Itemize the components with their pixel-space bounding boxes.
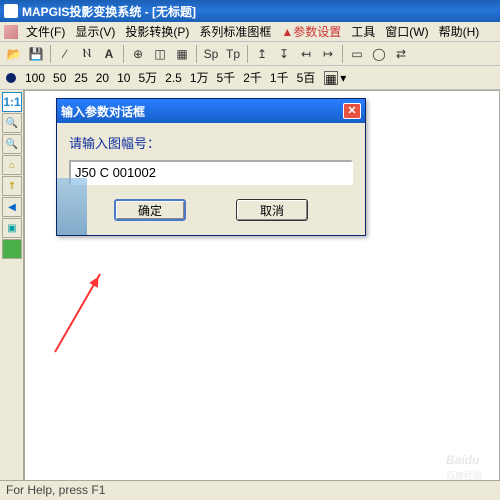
menu-file[interactable]: 文件(F) [22, 21, 69, 42]
dialog-titlebar: 输入参数对话框 ✕ [57, 99, 365, 123]
menu-projection[interactable]: 投影转换(P) [121, 21, 193, 42]
menu-display[interactable]: 显示(V) [71, 21, 119, 42]
nav-up-button[interactable]: ↥ [252, 44, 272, 64]
text-tool-button[interactable]: A [99, 44, 119, 64]
overlay-button[interactable]: ◫ [150, 44, 170, 64]
scale-2-5[interactable]: 2.5 [162, 71, 185, 85]
cancel-button[interactable]: 取消 [236, 199, 308, 221]
tp-button[interactable]: Tp [223, 44, 243, 64]
vertical-toolbar: 1:1 🔍 🔍 ⌂ ⇑ ◀ ▣ [0, 90, 24, 500]
dialog-title: 输入参数对话框 [61, 103, 145, 120]
sp-button[interactable]: Sp [201, 44, 221, 64]
nav-left-button[interactable]: ↤ [296, 44, 316, 64]
scale-20[interactable]: 20 [93, 71, 112, 85]
input-param-dialog: 输入参数对话框 ✕ 请输入图幅号： 确定 取消 [56, 98, 366, 236]
scale-2q[interactable]: 2千 [240, 69, 265, 86]
scale-dot-icon [6, 73, 16, 83]
save-button[interactable]: 💾 [26, 44, 46, 64]
app-icon [4, 4, 18, 18]
menubar: 文件(F) 显示(V) 投影转换(P) 系列标准图框 ▲参数设置 工具 窗口(W… [0, 22, 500, 42]
window-titlebar: MAPGIS投影变换系统 - [无标题] [0, 0, 500, 22]
prev-view-button[interactable]: ◀ [2, 197, 22, 217]
up-level-button[interactable]: ⇑ [2, 176, 22, 196]
menu-series[interactable]: 系列标准图框 [195, 21, 275, 42]
polyline-tool-button[interactable]: Ⲛ [77, 44, 97, 64]
swap-button[interactable]: ⇄ [391, 44, 411, 64]
statusbar: For Help, press F1 [0, 480, 500, 500]
eraser-button[interactable] [2, 239, 22, 259]
grid-icon[interactable]: ▦ [324, 71, 338, 85]
scale-100[interactable]: 100 [22, 71, 48, 85]
ok-button[interactable]: 确定 [114, 199, 186, 221]
menu-window[interactable]: 窗口(W) [381, 21, 432, 42]
scale-1to1-button[interactable]: 1:1 [2, 92, 22, 112]
watermark: Baidu 百度经验 [446, 448, 482, 482]
home-button[interactable]: ⌂ [2, 155, 22, 175]
line-tool-button[interactable]: ∕ [55, 44, 75, 64]
zoom-in-button[interactable]: 🔍 [2, 113, 22, 133]
scale-1q[interactable]: 1千 [267, 69, 292, 86]
zoom-out-button[interactable]: 🔍 [2, 134, 22, 154]
sheet-number-input[interactable] [75, 165, 347, 180]
status-text: For Help, press F1 [6, 483, 105, 497]
menu-params[interactable]: ▲参数设置 [277, 21, 345, 42]
sheet-number-field-wrap [69, 160, 353, 185]
rect-button[interactable]: ▭ [347, 44, 367, 64]
circle-button[interactable]: ◯ [369, 44, 389, 64]
toolbar-scale: 100 50 25 20 10 5万 2.5 1万 5千 2千 1千 5百 ▦ … [0, 66, 500, 90]
nav-down-button[interactable]: ↧ [274, 44, 294, 64]
annotation-arrow [54, 274, 101, 353]
window-title: MAPGIS投影变换系统 - [无标题] [22, 3, 196, 20]
menu-help[interactable]: 帮助(H) [435, 21, 484, 42]
scale-1w[interactable]: 1万 [187, 69, 212, 86]
layer-button[interactable]: ▣ [2, 218, 22, 238]
menu-tools[interactable]: 工具 [347, 21, 379, 42]
dialog-close-button[interactable]: ✕ [343, 103, 361, 119]
toolbar-main: 📂 💾 ∕ Ⲛ A ⊕ ◫ ▦ Sp Tp ↥ ↧ ↤ ↦ ▭ ◯ ⇄ [0, 42, 500, 66]
scale-5w[interactable]: 5万 [135, 69, 160, 86]
scale-25[interactable]: 25 [71, 71, 90, 85]
scale-5q[interactable]: 5千 [214, 69, 239, 86]
scale-50[interactable]: 50 [50, 71, 69, 85]
dropdown-icon[interactable]: ▾ [340, 71, 346, 85]
open-button[interactable]: 📂 [4, 44, 24, 64]
doc-icon [4, 25, 18, 39]
grid-button[interactable]: ▦ [172, 44, 192, 64]
scale-10[interactable]: 10 [114, 71, 133, 85]
target-button[interactable]: ⊕ [128, 44, 148, 64]
scale-5b[interactable]: 5百 [294, 69, 319, 86]
nav-right-button[interactable]: ↦ [318, 44, 338, 64]
dialog-prompt: 请输入图幅号： [69, 133, 353, 152]
